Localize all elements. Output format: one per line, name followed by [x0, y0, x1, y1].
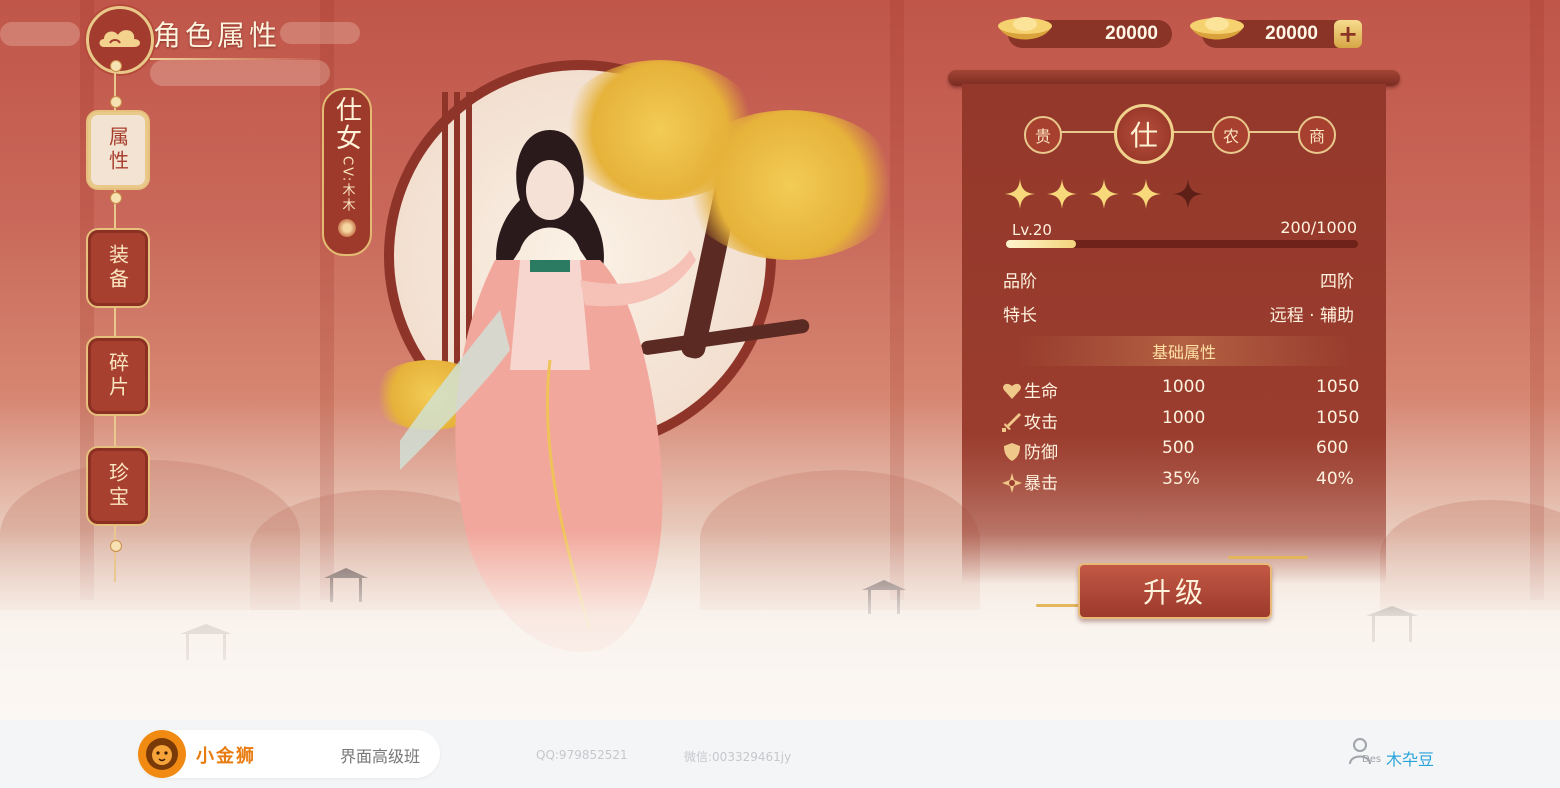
class-tab-gui[interactable]: 贵 [1024, 116, 1062, 154]
grade-value: 四阶 [1320, 272, 1354, 292]
base-stats-header: 基础属性 [1016, 336, 1352, 366]
stat-name: 攻击 [1024, 413, 1058, 433]
class-selector: 贵 仕 农 商 [1022, 104, 1336, 164]
gold-ingot-icon [998, 17, 1052, 40]
stat-current: 1000 [1162, 377, 1206, 397]
stat-row-hp: 生命 1000 1050 [1002, 377, 1362, 403]
nav-tab-fragments[interactable]: 碎片 [86, 336, 150, 416]
class-tab-nong[interactable]: 农 [1212, 116, 1250, 154]
crit-icon [1002, 473, 1022, 493]
stat-next: 1050 [1316, 408, 1360, 428]
nav-tab-treasures[interactable]: 珍宝 [86, 446, 150, 526]
author-tag: Des [1362, 754, 1382, 765]
stat-next: 600 [1316, 438, 1349, 458]
star-empty-icon [1173, 179, 1203, 209]
bg-cloud [0, 22, 80, 46]
stat-row-attack: 攻击 1000 1050 [1002, 408, 1362, 434]
star-rating [1004, 178, 1204, 210]
class-connector [1042, 131, 1314, 133]
gold-ingot-icon [1190, 17, 1244, 40]
class-tab-shang[interactable]: 商 [1298, 116, 1336, 154]
plus-icon: + [1337, 20, 1359, 48]
stat-current: 500 [1162, 438, 1195, 458]
upgrade-button[interactable]: 升级 [1078, 563, 1272, 619]
heart-icon [1003, 383, 1021, 399]
stat-name: 防御 [1024, 443, 1058, 463]
wechat-contact: 微信:003329461jy [684, 750, 792, 764]
qq-contact: QQ:979852521 [536, 748, 628, 762]
star-filled-icon [1131, 179, 1161, 209]
page-title: 角色属性 [153, 19, 282, 52]
decor-gold-line [1228, 556, 1308, 559]
star-filled-icon [1005, 179, 1035, 209]
xp-text: 200/1000 [1280, 218, 1357, 237]
title-underline [150, 58, 320, 60]
golden-leaves [680, 110, 900, 260]
nav-node [110, 60, 122, 72]
nav-tab-label: 珍宝 [105, 462, 130, 510]
character-name-tag: 仕女 CV:木木 [322, 88, 372, 256]
nav-node [110, 540, 122, 552]
stat-row-crit: 暴击 35% 40% [1002, 469, 1362, 495]
class-tab-shi[interactable]: 仕 [1114, 104, 1174, 164]
grade-label: 品阶 [1003, 272, 1037, 292]
xp-progress-bar [1006, 240, 1358, 248]
nav-tab-label: 碎片 [105, 352, 130, 400]
nav-tab-attributes[interactable]: 属性 [86, 110, 150, 190]
nav-tab-label: 属性 [105, 126, 130, 174]
lion-logo-icon [138, 730, 186, 778]
brand-name: 小金狮 [196, 746, 256, 767]
stat-name: 暴击 [1024, 474, 1058, 494]
upgrade-label: 升级 [1142, 576, 1207, 609]
nav-node [110, 96, 122, 108]
specialty-label: 特长 [1003, 306, 1037, 326]
stat-current: 35% [1162, 469, 1200, 489]
bg-cloud [280, 22, 360, 44]
star-filled-icon [1047, 179, 1077, 209]
footer-bar: 小金狮 界面高级班 QQ:979852521 微信:003329461jy De… [0, 720, 1560, 788]
voice-actor: CV:木木 [339, 156, 355, 214]
stat-current: 1000 [1162, 408, 1206, 428]
stat-next: 40% [1316, 469, 1354, 489]
bg-cloud [150, 60, 330, 86]
nav-tab-equipment[interactable]: 装备 [86, 228, 150, 308]
sword-icon [1002, 413, 1021, 432]
stat-name: 生命 [1024, 382, 1058, 402]
stat-next: 1050 [1316, 377, 1360, 397]
character-name: 仕女 [331, 96, 362, 152]
author-name: 木卆豆 [1386, 750, 1435, 769]
add-currency-button[interactable]: + [1334, 20, 1362, 48]
star-filled-icon [1089, 179, 1119, 209]
specialty-value: 远程 · 辅助 [1269, 306, 1354, 326]
nav-tab-label: 装备 [105, 244, 130, 292]
course-name: 界面高级班 [340, 747, 421, 766]
xp-progress-fill [1006, 240, 1077, 248]
shield-icon [1004, 443, 1020, 461]
currency-amount: 20000 [1105, 23, 1158, 44]
nav-node [110, 192, 122, 204]
stat-row-defense: 防御 500 600 [1002, 438, 1362, 464]
currency-amount: 20000 [1265, 23, 1318, 44]
level-label: Lv.20 [1012, 221, 1052, 239]
brand-pill: 小金狮 界面高级班 [138, 730, 440, 778]
flower-icon [338, 219, 356, 238]
